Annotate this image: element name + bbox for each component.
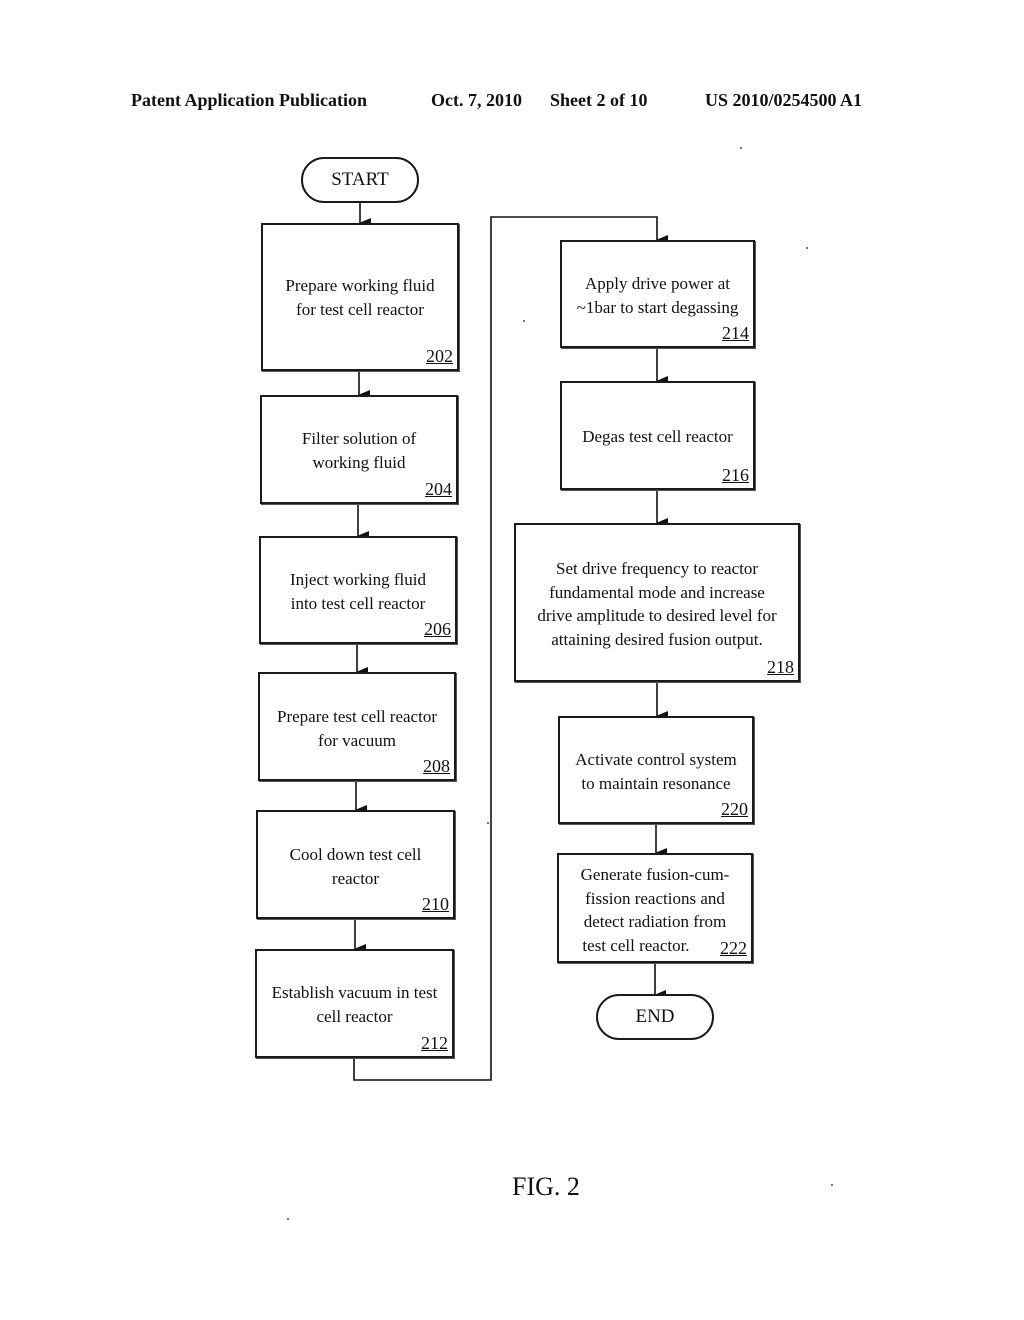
- step-220-box: Activate control system to maintain reso…: [558, 716, 754, 824]
- step-number: 220: [721, 799, 748, 819]
- end-terminal: END: [596, 994, 714, 1040]
- step-202-box: Prepare working fluid for test cell reac…: [261, 223, 459, 371]
- figure-caption: FIG. 2: [512, 1172, 580, 1201]
- step-text-line: ~1bar to start degassing: [576, 297, 739, 317]
- step-text-line: for test cell reactor: [296, 299, 424, 319]
- step-text-line: Activate control system: [575, 750, 737, 769]
- step-text-line: Establish vacuum in test: [271, 983, 438, 1002]
- step-text-line: Prepare test cell reactor: [277, 707, 437, 726]
- scan-speck: [523, 320, 525, 322]
- start-terminal: START: [301, 157, 419, 203]
- step-number: 212: [421, 1033, 448, 1053]
- step-text-line: into test cell reactor: [290, 593, 426, 613]
- step-text-line: for vacuum: [318, 730, 396, 750]
- step-text-line: Filter solution of: [301, 429, 417, 448]
- step-text-line: detect radiation from: [583, 912, 727, 931]
- step-204-box: Filter solution of working fluid 204: [260, 395, 458, 504]
- step-214-box: Apply drive power at ~1bar to start dega…: [560, 240, 755, 348]
- step-number: 218: [767, 657, 794, 677]
- scan-speck: [831, 1184, 833, 1186]
- step-206-box: Inject working fluid into test cell reac…: [259, 536, 457, 644]
- step-number: 214: [722, 323, 749, 343]
- step-216-box: Degas test cell reactor 216: [560, 381, 755, 490]
- step-text-line: Inject working fluid: [290, 570, 426, 589]
- step-number: 204: [425, 479, 452, 499]
- scan-speck: [740, 147, 742, 149]
- scan-speck: [806, 247, 808, 249]
- scan-speck: [287, 1218, 289, 1220]
- step-218-box: Set drive frequency to reactor fundament…: [514, 523, 800, 682]
- step-text-line: Degas test cell reactor: [582, 427, 733, 446]
- step-text-line: Apply drive power at: [585, 274, 730, 293]
- step-number: 208: [423, 756, 450, 776]
- step-text-line: Set drive frequency to reactor: [555, 559, 759, 578]
- step-number: 206: [424, 619, 451, 639]
- step-text-line: attaining desired fusion output.: [551, 629, 763, 649]
- scan-speck: [487, 822, 489, 824]
- step-text-line: cell reactor: [316, 1006, 393, 1026]
- step-number: 210: [422, 894, 449, 914]
- step-208-box: Prepare test cell reactor for vacuum 208: [258, 672, 456, 781]
- step-212-box: Establish vacuum in test cell reactor 21…: [255, 949, 454, 1058]
- step-text-line: to maintain resonance: [581, 773, 731, 793]
- step-number: 202: [426, 346, 453, 366]
- step-text-line: Generate fusion-cum-: [580, 865, 730, 884]
- step-text-line: reactor: [331, 868, 380, 888]
- step-text-line: Prepare working fluid: [285, 276, 435, 295]
- step-text-line: fundamental mode and increase: [549, 582, 765, 602]
- step-text-line: drive amplitude to desired level for: [537, 606, 777, 625]
- step-text-line: Cool down test cell: [289, 845, 422, 864]
- step-210-box: Cool down test cell reactor 210: [256, 810, 455, 919]
- flow-connectors: [353, 202, 668, 1081]
- step-text-line: fission reactions and: [585, 888, 725, 908]
- step-number: 222: [720, 938, 747, 958]
- step-number: 216: [722, 465, 749, 485]
- step-222-box: Generate fusion-cum- fission reactions a…: [557, 853, 753, 963]
- step-text-line: working fluid: [312, 452, 406, 472]
